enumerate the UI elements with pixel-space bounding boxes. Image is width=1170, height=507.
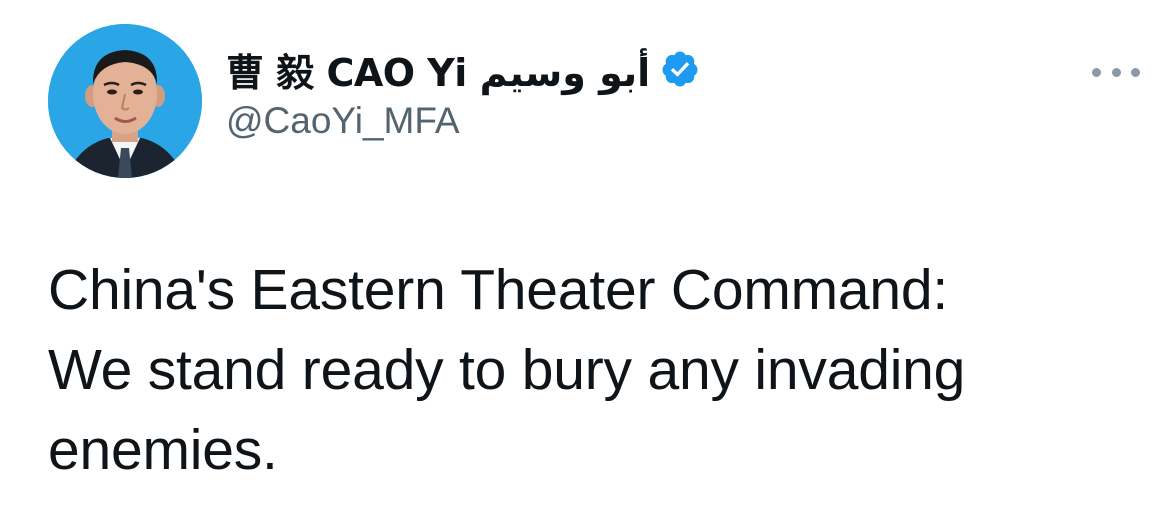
more-horizontal-icon-dot <box>1092 67 1101 77</box>
more-options-button[interactable] <box>1092 60 1140 84</box>
author-display-name[interactable]: 曹 毅 CAO Yi أبو وسيم <box>226 42 651 97</box>
more-horizontal-icon-dot <box>1111 67 1121 77</box>
verified-badge-icon <box>660 49 700 89</box>
author-handle[interactable]: @CaoYi_MFA <box>226 100 700 142</box>
tweet-text: China's Eastern Theater Command: We stan… <box>48 258 966 482</box>
avatar-photo-icon <box>48 24 202 178</box>
author-name-row: 曹 毅 CAO Yi أبو وسيم <box>226 42 700 97</box>
tweet: 曹 毅 CAO Yi أبو وسيم @CaoYi_MFA China's E… <box>0 0 1170 507</box>
more-horizontal-icon-dot <box>1131 67 1140 77</box>
author-info: 曹 毅 CAO Yi أبو وسيم @CaoYi_MFA <box>226 44 700 142</box>
author-avatar[interactable] <box>48 24 202 178</box>
